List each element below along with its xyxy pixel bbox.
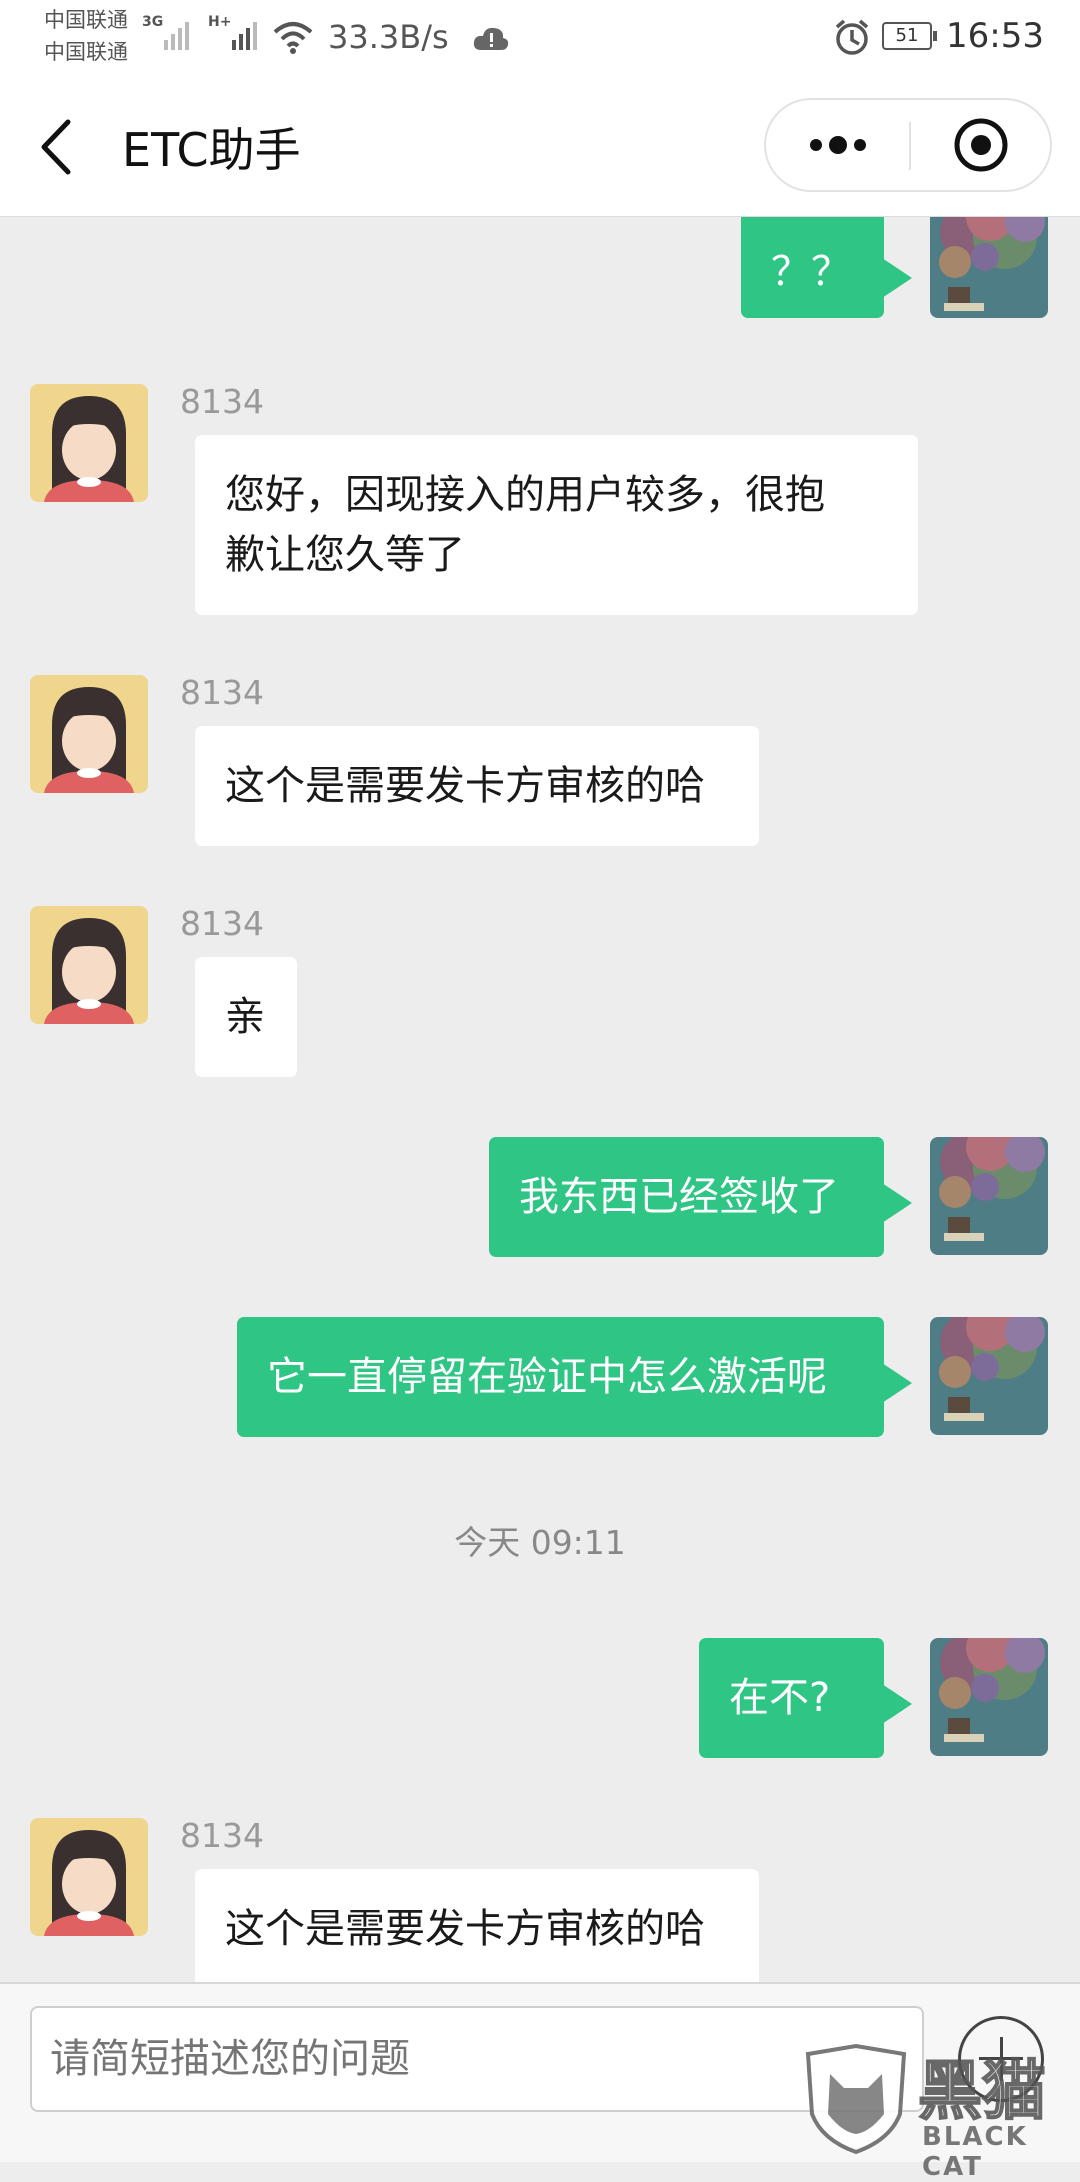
girl-avatar-icon [30,384,148,502]
capsule-menu [764,98,1052,192]
sender-name: 8134 [180,673,264,712]
balloon-house-avatar-image [930,1137,1048,1255]
back-button[interactable] [30,112,90,182]
network-type-2: H+ [208,14,232,30]
carrier-label-1: 中国联通 [44,8,128,32]
alarm-icon [835,19,869,55]
outgoing-message[interactable]: 它一直停留在验证中怎么激活呢 [237,1317,912,1437]
signal-icon [164,22,189,50]
cloud-alert-icon [473,27,509,50]
agent-avatar[interactable] [30,675,148,793]
message-text: 这个是需要发卡方审核的哈 [225,763,705,809]
agent-avatar[interactable] [30,1818,148,1936]
mini-program-header: ETC助手 [0,76,1080,217]
incoming-message[interactable]: 亲 [195,957,297,1077]
incoming-message[interactable]: 这个是需要发卡方审核的哈 [195,1869,759,1982]
watermark-subtext: BLACK CAT [922,2122,1028,2182]
agent-avatar[interactable] [30,906,148,1024]
message-text-line: 您好，因现接入的用户较多，很抱 [225,472,825,518]
sender-name: 8134 [180,1816,264,1855]
message-text-line: 歉让您久等了 [225,532,465,578]
balloon-house-avatar-image [930,1317,1048,1435]
user-avatar[interactable] [930,1137,1048,1255]
signal-icon [232,22,257,50]
chat-area[interactable]: ？？ 8134 您好，因现接入的用户较多，很抱 歉让您久等了 8134 这个是需… [0,217,1080,1982]
balloon-house-avatar-image [930,1638,1048,1756]
chat-timestamp: 今天 09:11 [454,1523,626,1562]
message-text: 这个是需要发卡方审核的哈 [225,1906,705,1952]
target-close-icon [954,118,1008,172]
message-text: 我东西已经签收了 [519,1174,839,1220]
outgoing-message[interactable]: 在不? [699,1638,912,1758]
message-text: 它一直停留在验证中怎么激活呢 [267,1354,827,1400]
cat-shield-logo-icon [805,2044,907,2154]
incoming-message[interactable]: 您好，因现接入的用户较多，很抱 歉让您久等了 [195,435,918,615]
girl-avatar-icon [30,906,148,1024]
clock: 16:53 [946,16,1044,56]
outgoing-message[interactable]: ？？ [741,217,912,318]
message-text: 亲 [225,994,265,1040]
battery-icon: 51 [882,22,937,50]
balloon-house-avatar-image [930,217,1048,318]
network-type-1: 3G [142,14,164,30]
user-avatar[interactable] [930,1638,1048,1756]
network-speed: 33.3B/s [328,18,449,56]
wifi-icon [273,22,313,54]
agent-avatar[interactable] [30,384,148,502]
sender-name: 8134 [180,904,264,943]
girl-avatar-icon [30,675,148,793]
carrier-label-2: 中国联通 [44,40,128,64]
incoming-message[interactable]: 这个是需要发卡方审核的哈 [195,726,759,846]
back-arrow-icon [41,119,71,175]
message-text: ？？ [771,249,851,295]
watermark-text: 黑猫 [917,2054,1047,2130]
message-input[interactable] [30,2006,924,2112]
girl-avatar-icon [30,1818,148,1936]
sender-name: 8134 [180,382,264,421]
user-avatar[interactable] [930,1317,1048,1435]
more-button[interactable] [766,100,909,190]
user-avatar[interactable] [930,217,1048,318]
message-text: 在不? [729,1675,831,1721]
outgoing-message[interactable]: 我东西已经签收了 [489,1137,912,1257]
close-mini-program-button[interactable] [911,100,1051,190]
status-bar: 中国联通 中国联通 3G H+ 33.3B/s 51 16:53 [0,0,1080,76]
more-dots-icon [810,136,866,154]
blackcat-watermark: 黑猫 BLACK CAT [800,2040,1070,2182]
page-title: ETC助手 [122,123,301,177]
